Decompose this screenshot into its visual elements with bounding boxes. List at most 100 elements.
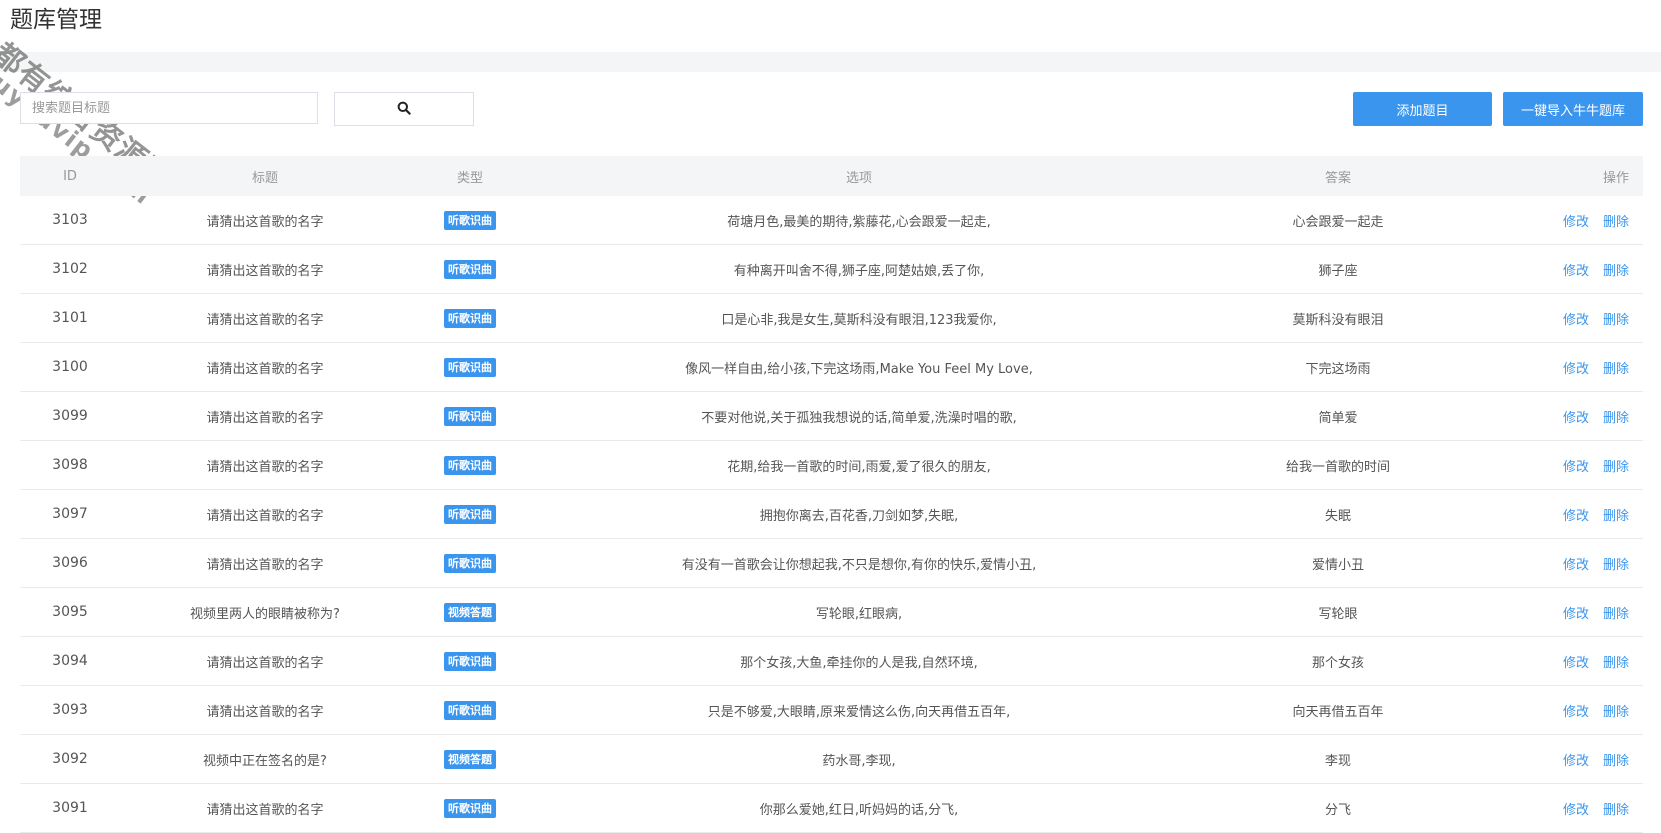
- search-input[interactable]: [20, 92, 318, 124]
- cell-type: 听歌识曲: [410, 440, 530, 490]
- cell-title: 视频中正在签名的是?: [120, 734, 410, 784]
- table-row: 3096 请猜出这首歌的名字 听歌识曲 有没有一首歌会让你想起我,不只是想你,有你的快…: [20, 538, 1643, 588]
- type-badge: 听歌识曲: [444, 455, 496, 475]
- cell-type: 听歌识曲: [410, 244, 530, 294]
- cell-answer: 向天再借五百年: [1188, 685, 1488, 735]
- cell-operations: 修改 删除: [1488, 342, 1643, 392]
- cell-type: 视频答题: [410, 734, 530, 784]
- edit-link[interactable]: 修改: [1563, 558, 1589, 573]
- column-header-title: 标题: [120, 156, 410, 196]
- cell-id: 3102: [20, 244, 120, 294]
- table-header: ID 标题 类型 选项 答案 操作: [20, 156, 1643, 196]
- cell-type: 听歌识曲: [410, 196, 530, 245]
- cell-id: 3094: [20, 636, 120, 686]
- cell-type: 听歌识曲: [410, 783, 530, 833]
- cell-answer: 分飞: [1188, 783, 1488, 833]
- delete-link[interactable]: 删除: [1603, 215, 1629, 230]
- cell-id: 3101: [20, 293, 120, 343]
- edit-link[interactable]: 修改: [1563, 411, 1589, 426]
- cell-title: 请猜出这首歌的名字: [120, 783, 410, 833]
- column-header-id: ID: [20, 156, 120, 196]
- edit-link[interactable]: 修改: [1563, 313, 1589, 328]
- table-row: 3101 请猜出这首歌的名字 听歌识曲 口是心非,我是女生,莫斯科没有眼泪,123我爱…: [20, 293, 1643, 343]
- cell-operations: 修改 删除: [1488, 196, 1643, 245]
- cell-type: 听歌识曲: [410, 636, 530, 686]
- edit-link[interactable]: 修改: [1563, 215, 1589, 230]
- delete-link[interactable]: 删除: [1603, 705, 1629, 720]
- cell-operations: 修改 删除: [1488, 440, 1643, 490]
- cell-type: 听歌识曲: [410, 685, 530, 735]
- edit-link[interactable]: 修改: [1563, 264, 1589, 279]
- delete-link[interactable]: 删除: [1603, 509, 1629, 524]
- cell-title: 请猜出这首歌的名字: [120, 391, 410, 441]
- cell-title: 请猜出这首歌的名字: [120, 244, 410, 294]
- cell-operations: 修改 删除: [1488, 489, 1643, 539]
- cell-options: 像风一样自由,给小孩,下完这场雨,Make You Feel My Love,: [530, 342, 1188, 392]
- edit-link[interactable]: 修改: [1563, 656, 1589, 671]
- type-badge: 听歌识曲: [444, 357, 496, 377]
- delete-link[interactable]: 删除: [1603, 460, 1629, 475]
- cell-answer: 莫斯科没有眼泪: [1188, 293, 1488, 343]
- cell-title: 请猜出这首歌的名字: [120, 489, 410, 539]
- add-question-button[interactable]: 添加题目: [1353, 92, 1492, 126]
- edit-link[interactable]: 修改: [1563, 754, 1589, 769]
- cell-options: 拥抱你离去,百花香,刀剑如梦,失眠,: [530, 489, 1188, 539]
- table-row: 3094 请猜出这首歌的名字 听歌识曲 那个女孩,大鱼,牵挂你的人是我,自然环境, 那个…: [20, 636, 1643, 686]
- cell-options: 荷塘月色,最美的期待,紫藤花,心会跟爱一起走,: [530, 196, 1188, 245]
- cell-options: 口是心非,我是女生,莫斯科没有眼泪,123我爱你,: [530, 293, 1188, 343]
- cell-options: 只是不够爱,大眼睛,原来爱情这么伤,向天再借五百年,: [530, 685, 1188, 735]
- search-icon: [397, 101, 411, 118]
- cell-id: 3099: [20, 391, 120, 441]
- cell-type: 视频答题: [410, 587, 530, 637]
- search-button[interactable]: [334, 92, 474, 126]
- cell-operations: 修改 删除: [1488, 244, 1643, 294]
- page-title: 题库管理: [10, 7, 102, 33]
- delete-link[interactable]: 删除: [1603, 803, 1629, 818]
- delete-link[interactable]: 删除: [1603, 656, 1629, 671]
- cell-type: 听歌识曲: [410, 293, 530, 343]
- edit-link[interactable]: 修改: [1563, 607, 1589, 622]
- question-table: ID 标题 类型 选项 答案 操作 3103 请猜出这首歌的名字 听歌识曲 荷塘月色,…: [20, 156, 1643, 833]
- cell-answer: 简单爱: [1188, 391, 1488, 441]
- cell-options: 有种离开叫舍不得,狮子座,阿楚姑娘,丢了你,: [530, 244, 1188, 294]
- cell-title: 请猜出这首歌的名字: [120, 342, 410, 392]
- table-row: 3100 请猜出这首歌的名字 听歌识曲 像风一样自由,给小孩,下完这场雨,Make Y…: [20, 342, 1643, 392]
- header-divider-band: [0, 52, 1661, 72]
- cell-answer: 写轮眼: [1188, 587, 1488, 637]
- cell-answer: 爱情小丑: [1188, 538, 1488, 588]
- cell-options: 写轮眼,红眼病,: [530, 587, 1188, 637]
- cell-title: 请猜出这首歌的名字: [120, 636, 410, 686]
- import-question-bank-button[interactable]: 一键导入牛牛题库: [1503, 92, 1643, 126]
- column-header-answer: 答案: [1188, 156, 1488, 196]
- cell-id: 3095: [20, 587, 120, 637]
- delete-link[interactable]: 删除: [1603, 362, 1629, 377]
- edit-link[interactable]: 修改: [1563, 362, 1589, 377]
- cell-title: 请猜出这首歌的名字: [120, 538, 410, 588]
- delete-link[interactable]: 删除: [1603, 264, 1629, 279]
- cell-id: 3097: [20, 489, 120, 539]
- type-badge: 听歌识曲: [444, 406, 496, 426]
- edit-link[interactable]: 修改: [1563, 705, 1589, 720]
- cell-id: 3093: [20, 685, 120, 735]
- edit-link[interactable]: 修改: [1563, 509, 1589, 524]
- type-badge: 视频答题: [444, 749, 496, 769]
- delete-link[interactable]: 删除: [1603, 313, 1629, 328]
- cell-options: 药水哥,李现,: [530, 734, 1188, 784]
- cell-answer: 李现: [1188, 734, 1488, 784]
- edit-link[interactable]: 修改: [1563, 460, 1589, 475]
- cell-title: 请猜出这首歌的名字: [120, 293, 410, 343]
- cell-answer: 狮子座: [1188, 244, 1488, 294]
- type-badge: 视频答题: [444, 602, 496, 622]
- delete-link[interactable]: 删除: [1603, 754, 1629, 769]
- delete-link[interactable]: 删除: [1603, 558, 1629, 573]
- cell-operations: 修改 删除: [1488, 293, 1643, 343]
- cell-options: 你那么爱她,红日,听妈妈的话,分飞,: [530, 783, 1188, 833]
- cell-answer: 失眠: [1188, 489, 1488, 539]
- edit-link[interactable]: 修改: [1563, 803, 1589, 818]
- type-badge: 听歌识曲: [444, 798, 496, 818]
- table-row: 3097 请猜出这首歌的名字 听歌识曲 拥抱你离去,百花香,刀剑如梦,失眠, 失眠 修改删…: [20, 489, 1643, 539]
- delete-link[interactable]: 删除: [1603, 607, 1629, 622]
- delete-link[interactable]: 删除: [1603, 411, 1629, 426]
- table-row: 3091 请猜出这首歌的名字 听歌识曲 你那么爱她,红日,听妈妈的话,分飞, 分飞 修改删…: [20, 783, 1643, 833]
- table-row: 3102 请猜出这首歌的名字 听歌识曲 有种离开叫舍不得,狮子座,阿楚姑娘,丢了你, 狮…: [20, 244, 1643, 294]
